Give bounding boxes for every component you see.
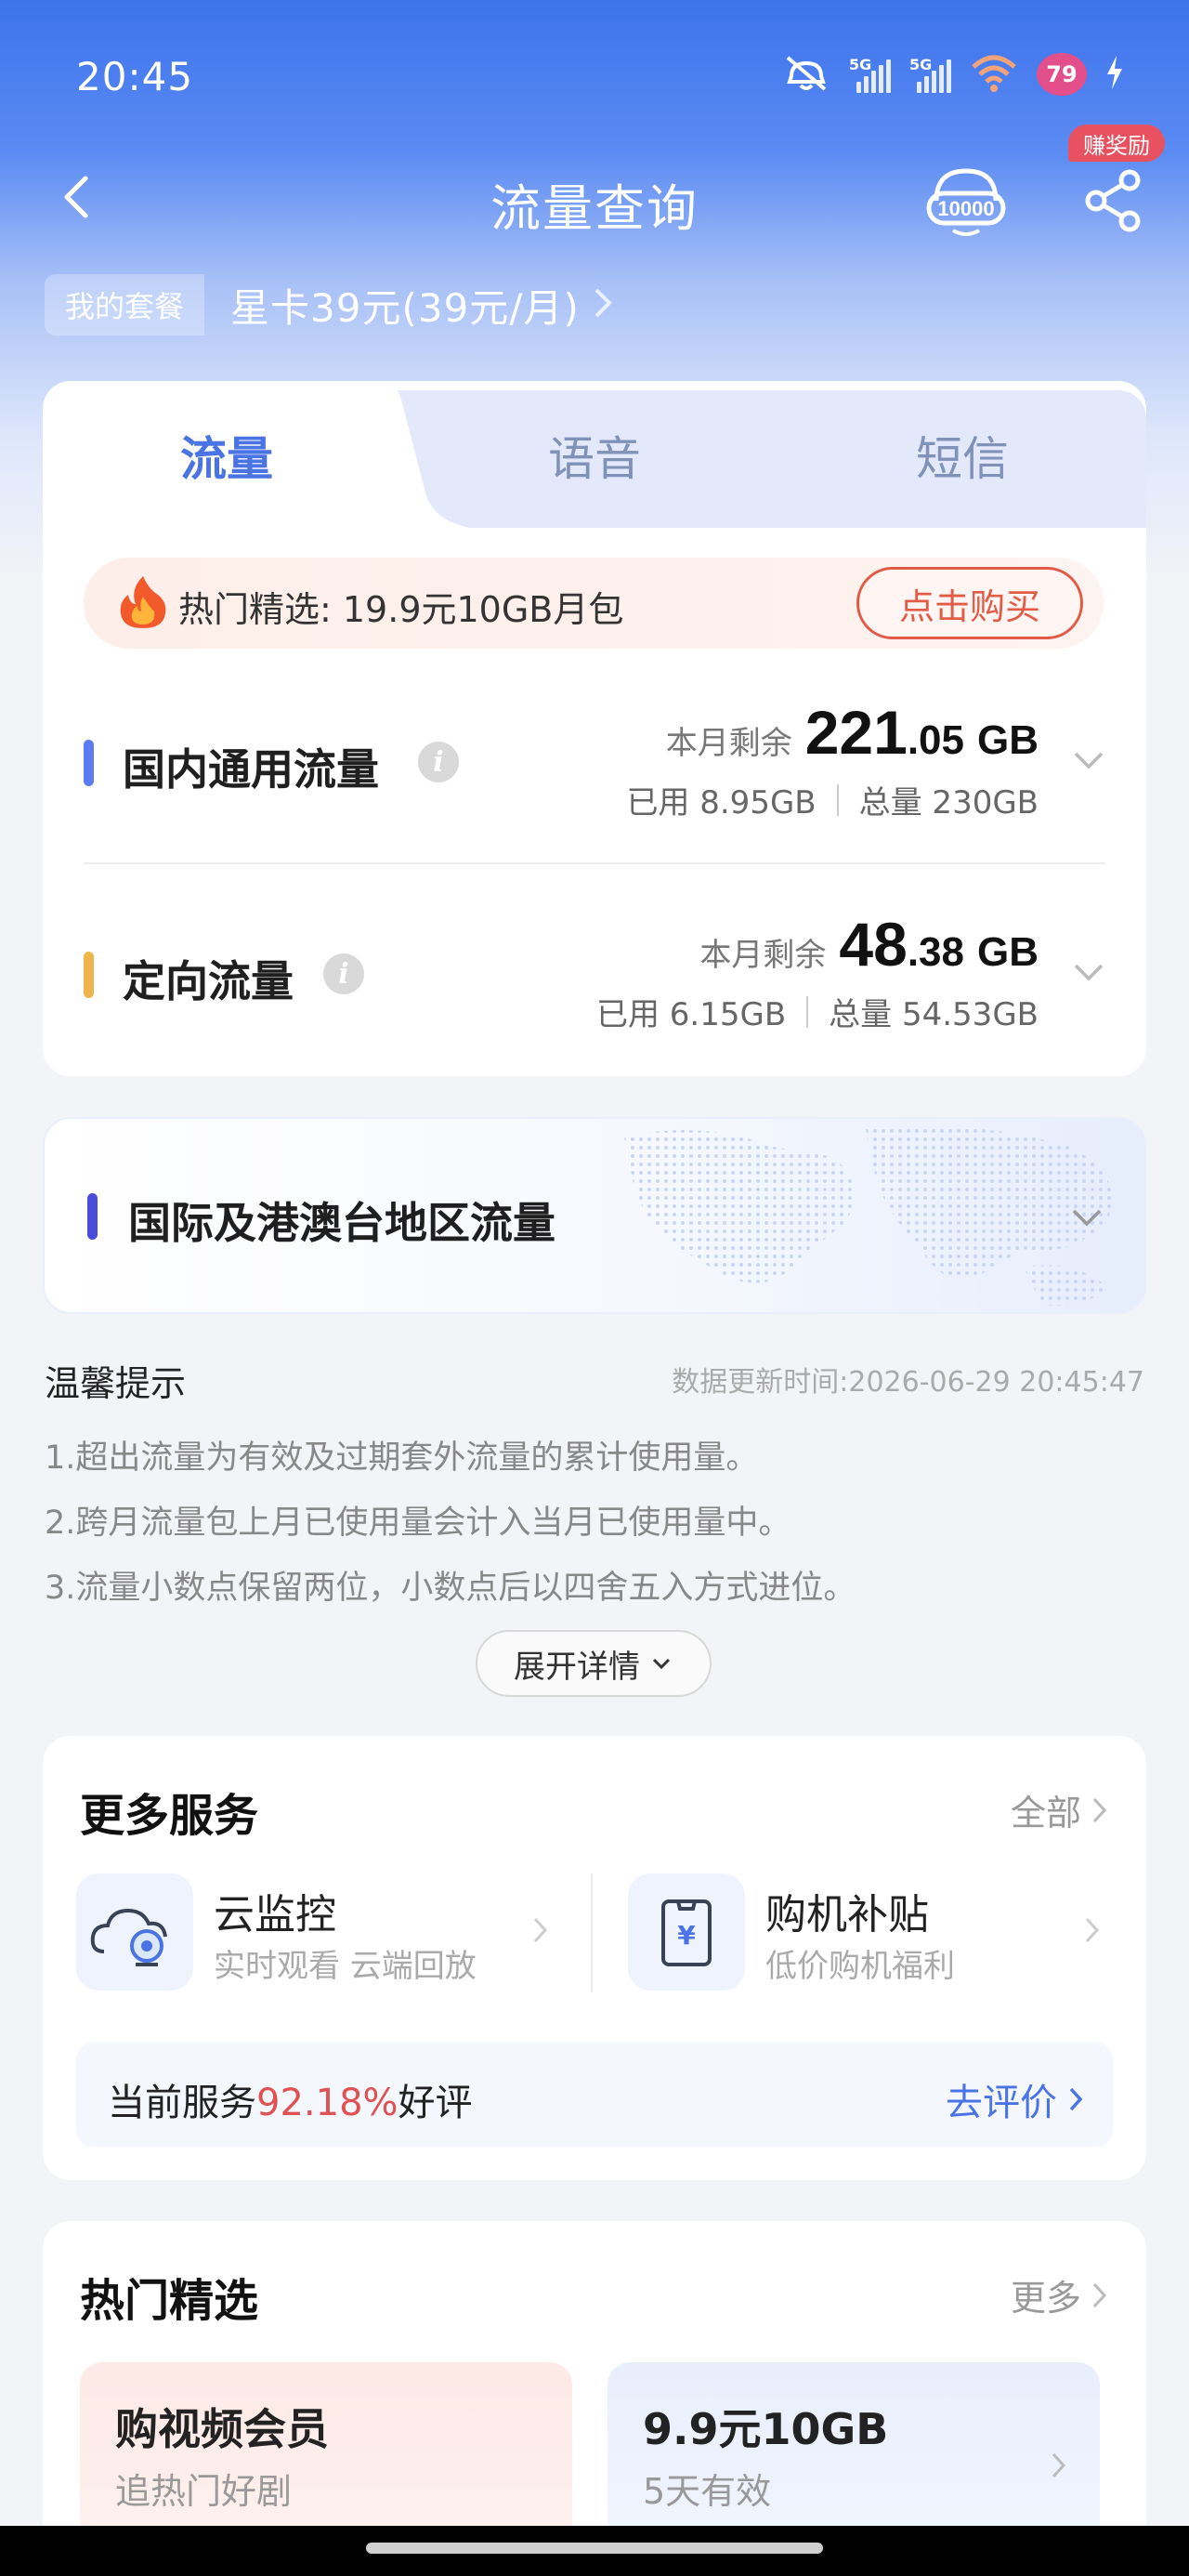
rate-link[interactable]: 去评价 (946, 2072, 1085, 2126)
total-amount: 总量 54.53GB (829, 996, 1039, 1033)
hot-item-title: 购视频会员 (115, 2404, 329, 2454)
tips-title: 温馨提示 (45, 1363, 187, 1404)
flow-color-mark (84, 740, 94, 786)
rating-percent: 92.18% (256, 2082, 399, 2124)
view-all-link[interactable]: 全部 (1011, 1784, 1109, 1835)
gesture-bar-area (0, 2526, 1189, 2576)
share-button[interactable] (1081, 167, 1146, 232)
page-title: 流量查询 (490, 179, 699, 238)
vibrate-off-icon (782, 52, 830, 97)
headset-10000-icon: 10000 (926, 168, 1006, 236)
plan-row[interactable]: 我的套餐 星卡39元(39元/月) (45, 271, 615, 338)
usage-line: 已用 8.95GB 总量 230GB (626, 777, 1039, 822)
chevron-right-icon (593, 284, 615, 325)
chevron-right-icon (1092, 1797, 1107, 1822)
service-name: 购机补贴 (765, 1891, 929, 1939)
chevron-right-icon (1069, 2087, 1083, 2111)
phone-yuan-icon: ¥ (628, 1873, 745, 1991)
more-services-card: 更多服务 全部 云监控 实时观看 云端回放 ¥ 购机补贴 低价购机福利 当前服务… (43, 1736, 1146, 2180)
info-icon[interactable]: i (323, 953, 364, 994)
promo-banner[interactable]: 热门精选: 19.9元10GB月包 点击购买 (84, 558, 1104, 649)
tab-sms[interactable]: 短信 (842, 422, 1083, 489)
total-amount: 总量 230GB (858, 784, 1039, 821)
share-icon (1085, 169, 1141, 232)
status-icons: 5G 5G 79 (782, 52, 1124, 97)
top-nav: 流量查询 10000 赚奖励 (0, 125, 1189, 251)
chevron-down-icon (652, 1658, 671, 1670)
used-amount: 已用 6.15GB (595, 996, 787, 1033)
more-link[interactable]: 更多 (1011, 2269, 1109, 2320)
rating-text: 当前服务92.18%好评 (108, 2082, 473, 2124)
signal-icon-1: 5G (849, 56, 891, 93)
tab-voice[interactable]: 语音 (474, 422, 715, 489)
plan-tag: 我的套餐 (45, 274, 205, 335)
section-title: 热门精选 (80, 2275, 259, 2327)
buy-button[interactable]: 点击购买 (856, 567, 1083, 639)
flow-color-mark (84, 952, 94, 998)
home-indicator[interactable] (366, 2543, 823, 2554)
chevron-right-icon (1085, 1917, 1100, 1943)
svg-text:¥: ¥ (677, 1920, 696, 1951)
chevron-right-icon (533, 1917, 548, 1943)
tip-item: 1.超出流量为有效及过期套外流量的累计使用量。 (45, 1439, 759, 1477)
charging-icon (1105, 56, 1124, 93)
customer-service-button[interactable]: 10000 (925, 160, 1007, 242)
reward-badge[interactable]: 赚奖励 (1068, 125, 1165, 162)
update-time: 数据更新时间:2026-06-29 20:45:47 (672, 1366, 1144, 1399)
fire-icon (117, 574, 169, 630)
flow-name: 定向流量 (123, 956, 294, 1006)
service-desc: 实时观看 云端回放 (214, 1948, 477, 1985)
hot-item-title: 9.9元10GB (643, 2404, 889, 2454)
intl-flow-name: 国际及港澳台地区流量 (128, 1198, 555, 1248)
remain-value: 本月剩余 48 .38 GB (699, 910, 1039, 979)
battery-icon: 79 (1037, 53, 1087, 96)
service-name: 云监控 (214, 1891, 336, 1939)
chevron-right-icon (1092, 2282, 1107, 2307)
chevron-down-icon (1074, 964, 1104, 981)
flow-row-directed[interactable]: 定向流量 i 本月剩余 48 .38 GB 已用 6.15GB 总量 54.53… (43, 900, 1146, 1058)
used-amount: 已用 8.95GB (626, 784, 817, 821)
service-cloud-monitor[interactable]: 云监控 实时观看 云端回放 (76, 1873, 578, 1994)
tip-item: 3.流量小数点保留两位，小数点后以四舍五入方式进位。 (45, 1570, 856, 1607)
chevron-right-icon (1052, 2452, 1066, 2478)
usage-line: 已用 6.15GB 总量 54.53GB (596, 989, 1039, 1034)
chevron-down-icon (1072, 1209, 1102, 1227)
hot-item-sub: 追热门好剧 (115, 2471, 293, 2512)
info-icon[interactable]: i (418, 742, 459, 782)
usage-tabs: 流量 语音 短信 (43, 381, 1146, 528)
chevron-down-icon (1074, 752, 1104, 769)
usage-card: 流量 语音 短信 热门精选: 19.9元10GB月包 点击购买 国内通用流量 i… (43, 381, 1146, 1076)
hot-picks-card: 热门精选 更多 购视频会员 追热门好剧 9.9元10GB 5天有效 (43, 2221, 1146, 2576)
plan-name: 星卡39元(39元/月) (230, 284, 580, 331)
flow-color-mark (87, 1193, 98, 1240)
status-bar: 20:45 5G 5G 79 (0, 0, 1189, 158)
flow-name: 国内通用流量 (123, 744, 379, 795)
tab-flow[interactable]: 流量 (106, 422, 347, 489)
service-phone-subsidy[interactable]: ¥ 购机补贴 低价购机福利 (628, 1873, 1130, 1994)
service-desc: 低价购机福利 (765, 1948, 955, 1985)
intl-flow-card[interactable]: 国际及港澳台地区流量 (43, 1117, 1146, 1314)
expand-details-button[interactable]: 展开详情 (476, 1630, 712, 1697)
service-rating-bar[interactable]: 当前服务92.18%好评 去评价 (76, 2043, 1113, 2147)
hot-item-sub: 5天有效 (643, 2471, 772, 2512)
status-time: 20:45 (76, 54, 194, 99)
camera-cloud-icon (76, 1873, 193, 1991)
section-title: 更多服务 (80, 1790, 259, 1842)
promo-text: 热门精选: 19.9元10GB月包 (178, 589, 624, 630)
flow-row-domestic[interactable]: 国内通用流量 i 本月剩余 221 .05 GB 已用 8.95GB 总量 23… (43, 688, 1146, 846)
signal-icon-2: 5G (909, 56, 951, 93)
wifi-icon (970, 52, 1018, 97)
remain-value: 本月剩余 221 .05 GB (665, 698, 1039, 767)
world-map-decoration (624, 1125, 1112, 1306)
tip-item: 2.跨月流量包上月已使用量会计入当月已使用量中。 (45, 1505, 791, 1542)
svg-text:10000: 10000 (937, 197, 994, 220)
